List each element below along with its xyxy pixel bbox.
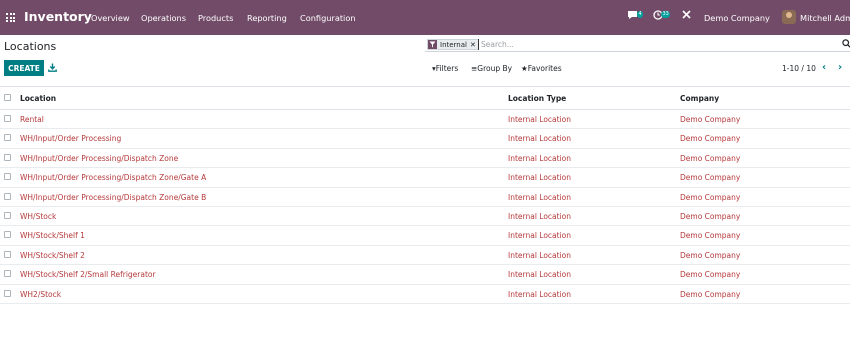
favorites-label: Favorites [527,64,562,73]
user-menu[interactable]: Mitchell Admin [800,13,850,23]
groupby-button[interactable]: ≡Group By [471,64,512,73]
table-row[interactable]: WH/Stock/Shelf 1 Internal Location Demo … [0,226,850,246]
cell-company: Demo Company [680,173,741,183]
cell-location: WH/Stock/Shelf 2/Small Refrigerator [20,270,156,280]
cell-company: Demo Company [680,115,741,124]
cell-location: WH/Stock/Shelf 1 [20,231,85,241]
create-button[interactable]: CREATE [4,60,44,76]
cell-company: Demo Company [680,211,741,221]
cell-company: Demo Company [680,270,741,280]
table-row[interactable]: WH/Input/Order Processing/Dispatch Zone … [0,149,850,169]
table-row[interactable]: WH/Stock/Shelf 2 Internal Location Demo … [0,246,850,266]
select-all-checkbox[interactable] [4,94,11,101]
star-icon: ★ [521,64,528,73]
cell-location-type: Internal Location [508,289,572,299]
row-checkbox[interactable] [4,153,11,161]
top-navbar: Inventory Overview Operations Products R… [0,0,850,35]
search-bar: Internal ✕ [425,38,850,52]
table-row[interactable]: Rental Internal Location Demo Company [0,110,850,130]
cell-location-type: Internal Location [508,211,572,221]
filters-button[interactable]: ▾Filters [432,64,458,73]
cell-location-type: Internal Location [508,250,572,260]
cell-company: Demo Company [680,153,741,163]
row-checkbox[interactable] [4,134,11,142]
cell-location: WH/Input/Order Processing/Dispatch Zone [20,153,179,163]
cell-location-type: Internal Location [508,231,572,241]
favorites-button[interactable]: ★Favorites [521,64,562,73]
search-facet: Internal ✕ [427,39,479,50]
menu-overview[interactable]: Overview [91,13,130,23]
cell-location-type: Internal Location [508,173,572,183]
apps-grid-icon[interactable] [6,13,15,22]
page-title: Locations [4,40,57,53]
menu-products[interactable]: Products [198,13,233,23]
table-row[interactable]: WH/Input/Order Processing/Dispatch Zone/… [0,168,850,188]
cell-company: Demo Company [680,250,741,260]
pager-next-icon[interactable]: › [838,62,842,73]
table-header: Location Location Type Company [0,86,850,110]
app-name[interactable]: Inventory [24,9,92,24]
row-checkbox[interactable] [4,211,11,219]
search-icon[interactable] [842,39,850,51]
row-checkbox[interactable] [4,270,11,278]
table-row[interactable]: WH/Input/Order Processing Internal Locat… [0,129,850,149]
cell-location: WH/Stock/Shelf 2 [20,250,85,260]
column-header-location-type[interactable]: Location Type [508,94,566,103]
cell-location: WH/Input/Order Processing [20,134,122,144]
row-checkbox[interactable] [4,289,11,297]
search-input[interactable] [478,39,778,50]
pager-value[interactable]: 1-10 / 10 [782,64,816,73]
cell-company: Demo Company [680,192,741,202]
cell-location: WH/Stock [20,211,57,221]
table-row[interactable]: WH/Stock/Shelf 2/Small Refrigerator Inte… [0,265,850,285]
table-row[interactable]: WH/Input/Order Processing/Dispatch Zone/… [0,188,850,207]
cell-location: WH2/Stock [20,289,62,299]
messages-badge: 4 [637,11,644,18]
filter-icon [428,40,437,49]
cell-location: WH/Input/Order Processing/Dispatch Zone/… [20,173,207,183]
facet-label: Internal [440,40,467,49]
menu-operations[interactable]: Operations [141,13,186,23]
cell-location-type: Internal Location [508,270,572,280]
locations-table: Location Location Type Company Rental In… [0,86,850,304]
row-checkbox[interactable] [4,173,11,181]
column-header-company[interactable]: Company [680,94,719,103]
activities-badge: 33 [661,11,671,18]
column-header-location[interactable]: Location [20,94,56,103]
cell-location-type: Internal Location [508,192,572,202]
menu-reporting[interactable]: Reporting [247,13,287,23]
cell-company: Demo Company [680,289,741,299]
cell-location-type: Internal Location [508,134,572,144]
row-checkbox[interactable] [4,231,11,239]
tools-icon[interactable] [682,10,691,22]
download-icon[interactable] [48,63,57,74]
table-row[interactable]: WH2/Stock Internal Location Demo Company [0,285,850,304]
cell-location-type: Internal Location [508,153,572,163]
facet-close-icon[interactable]: ✕ [470,40,478,49]
cell-location: WH/Input/Order Processing/Dispatch Zone/… [20,192,207,202]
company-switcher[interactable]: Demo Company [704,13,770,23]
cell-location-type: Internal Location [508,115,572,124]
filters-label: Filters [435,64,459,73]
menu-configuration[interactable]: Configuration [300,13,356,23]
pager-previous-icon[interactable]: ‹ [822,62,826,73]
groupby-label: Group By [477,64,513,73]
cell-company: Demo Company [680,134,741,144]
table-row[interactable]: WH/Stock Internal Location Demo Company [0,207,850,227]
row-checkbox[interactable] [4,115,11,122]
row-checkbox[interactable] [4,250,11,258]
cell-company: Demo Company [680,231,741,241]
row-checkbox[interactable] [4,192,11,200]
cell-location: Rental [20,115,44,124]
user-avatar[interactable] [782,10,796,24]
